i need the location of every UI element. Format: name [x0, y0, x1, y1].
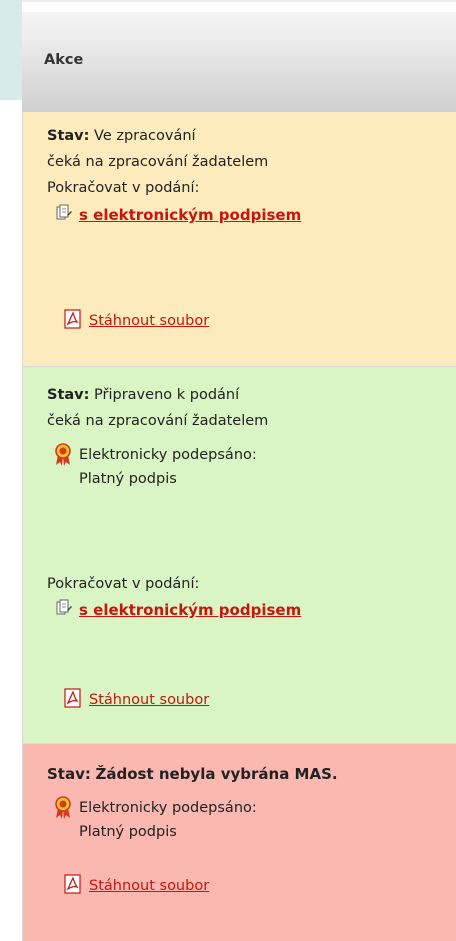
status-line: Stav: Připraveno k podání: [47, 385, 239, 405]
signature-text: Elektronicky podepsáno: Platný podpis: [79, 443, 257, 491]
side-strip: [0, 0, 22, 100]
download-file-link[interactable]: Stáhnout soubor: [89, 878, 209, 894]
table-row-in-progress: Stav: Ve zpracování čeká na zpracování ž…: [22, 112, 456, 367]
document-signature-icon: [55, 204, 73, 226]
signed-value: Platný podpis: [79, 824, 177, 840]
sign-with-electronic-signature-link[interactable]: s elektronickým podpisem: [79, 206, 301, 224]
table-header: Akce: [22, 0, 456, 112]
sign-link-row[interactable]: s elektronickým podpisem: [55, 599, 301, 621]
signed-value: Platný podpis: [79, 471, 177, 487]
status-value: Připraveno k podání: [94, 387, 240, 403]
signature-text: Elektronicky podepsáno: Platný podpis: [79, 796, 257, 844]
status-line: Stav: Ve zpracování: [47, 126, 196, 146]
continue-label: Pokračovat v podání:: [47, 180, 200, 196]
signature-status: Elektronicky podepsáno: Platný podpis: [53, 443, 257, 491]
download-row[interactable]: Stáhnout soubor: [63, 309, 209, 333]
status-label: Stav:: [47, 765, 91, 783]
document-signature-icon: [55, 599, 73, 621]
sign-with-electronic-signature-link[interactable]: s elektronickým podpisem: [79, 601, 301, 619]
table-row-ready: Stav: Připraveno k podání čeká na zpraco…: [22, 367, 456, 744]
status-value: Ve zpracování: [94, 128, 196, 144]
download-row[interactable]: Stáhnout soubor: [63, 874, 209, 898]
download-file-link[interactable]: Stáhnout soubor: [89, 313, 209, 329]
status-value: Žádost nebyla vybrána MAS.: [95, 765, 338, 783]
pdf-icon: [63, 688, 83, 712]
header-top-band: [22, 2, 456, 12]
pdf-icon: [63, 309, 83, 333]
award-ribbon-icon: [53, 796, 73, 824]
column-title-akce: Akce: [44, 52, 84, 68]
actions-table: Akce Stav: Ve zpracování čeká na zpracov…: [22, 0, 456, 941]
signed-label: Elektronicky podepsáno:: [79, 447, 257, 463]
download-file-link[interactable]: Stáhnout soubor: [89, 692, 209, 708]
pdf-icon: [63, 874, 83, 898]
status-label: Stav:: [47, 387, 90, 403]
signed-label: Elektronicky podepsáno:: [79, 800, 257, 816]
signature-status: Elektronicky podepsáno: Platný podpis: [53, 796, 257, 844]
status-note: čeká na zpracování žadatelem: [47, 154, 269, 170]
download-row[interactable]: Stáhnout soubor: [63, 688, 209, 712]
status-note: čeká na zpracování žadatelem: [47, 413, 269, 429]
status-line: Stav: Žádost nebyla vybrána MAS.: [47, 764, 338, 785]
sign-link-row[interactable]: s elektronickým podpisem: [55, 204, 301, 226]
continue-label: Pokračovat v podání:: [47, 576, 200, 592]
table-row-not-selected: Stav: Žádost nebyla vybrána MAS. Elektro…: [22, 744, 456, 941]
award-ribbon-icon: [53, 443, 73, 471]
page: Akce Stav: Ve zpracování čeká na zpracov…: [0, 0, 456, 941]
status-label: Stav:: [47, 128, 90, 144]
